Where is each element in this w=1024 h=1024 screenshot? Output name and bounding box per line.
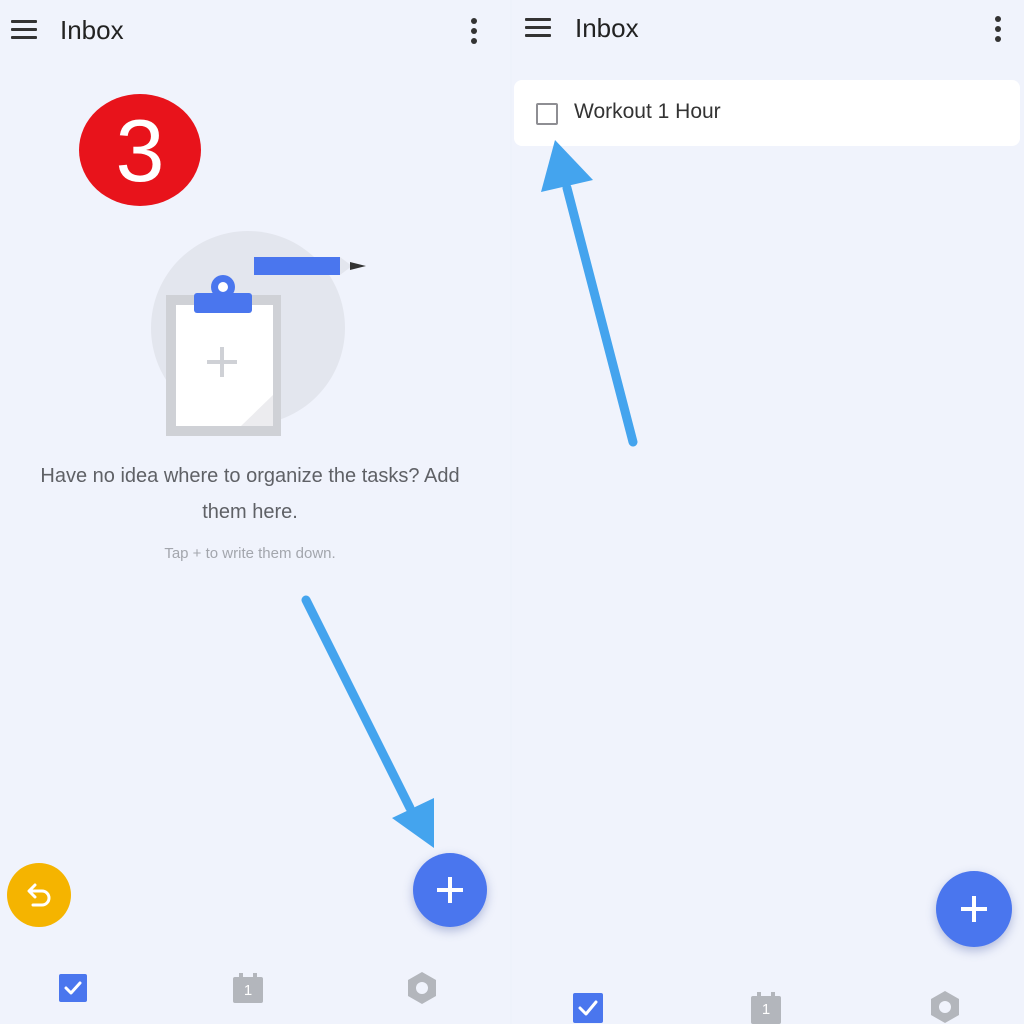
task-tab-icon[interactable] — [572, 992, 604, 1024]
annotation-arrow — [541, 140, 638, 447]
calendar-tab-icon[interactable]: 1 — [750, 991, 782, 1024]
plus-icon — [961, 896, 987, 922]
settings-tab-icon[interactable] — [405, 971, 439, 1005]
left-screen: Inbox 3 Have no idea where to organize t… — [0, 0, 510, 1024]
calendar-tab-day: 1 — [761, 1001, 771, 1018]
plus-icon — [437, 877, 463, 903]
undo-icon — [27, 883, 51, 907]
task-tab-icon[interactable] — [58, 973, 88, 1003]
calendar-tab-day: 1 — [243, 982, 253, 999]
add-task-button[interactable] — [413, 853, 487, 927]
add-task-button[interactable] — [936, 871, 1012, 947]
settings-tab-icon[interactable] — [928, 990, 962, 1024]
calendar-tab-icon[interactable]: 1 — [232, 972, 264, 1004]
undo-button[interactable] — [7, 863, 71, 927]
right-screen: Inbox Workout 1 Hour 1 — [512, 0, 1024, 1024]
